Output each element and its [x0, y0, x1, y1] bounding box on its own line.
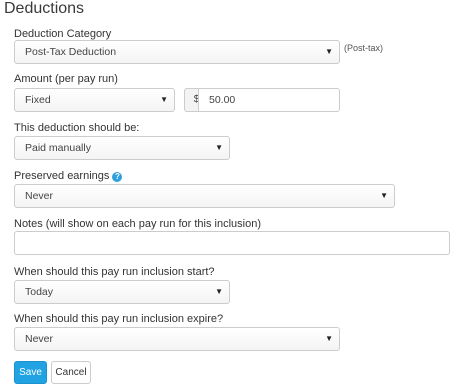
preserved-earnings-value: Never — [25, 190, 54, 202]
chevron-down-icon: ▼ — [215, 143, 223, 152]
deduction-category-hint: (Post-tax) — [344, 43, 384, 53]
start-select[interactable]: Today ▼ — [14, 280, 230, 304]
amount-type-value: Fixed — [25, 94, 51, 106]
help-icon[interactable]: ? — [112, 172, 123, 182]
preserved-earnings-label-row: Preserved earnings? — [14, 170, 123, 182]
chevron-down-icon: ▼ — [380, 191, 388, 200]
deduction-category-select[interactable]: Post-Tax Deduction ▼ — [14, 40, 340, 64]
section-title: Deductions — [4, 0, 85, 17]
chevron-down-icon: ▼ — [160, 95, 168, 104]
paid-method-label: This deduction should be: — [14, 122, 140, 134]
amount-input[interactable]: 50.00 — [198, 88, 340, 112]
expire-select[interactable]: Never ▼ — [14, 327, 340, 351]
start-value: Today — [25, 286, 54, 298]
amount-label: Amount (per pay run) — [14, 73, 118, 85]
chevron-down-icon: ▼ — [215, 287, 223, 296]
deduction-category-label: Deduction Category — [14, 28, 112, 40]
deduction-category-value: Post-Tax Deduction — [25, 46, 117, 58]
save-button[interactable]: Save — [14, 361, 47, 384]
expire-value: Never — [25, 333, 54, 345]
expire-label: When should this pay run inclusion expir… — [14, 313, 224, 325]
start-label: When should this pay run inclusion start… — [14, 266, 215, 278]
preserved-earnings-select[interactable]: Never ▼ — [14, 184, 395, 208]
paid-method-select[interactable]: Paid manually ▼ — [14, 136, 230, 160]
chevron-down-icon: ▼ — [325, 334, 333, 343]
cancel-button[interactable]: Cancel — [51, 361, 91, 384]
preserved-earnings-label: Preserved earnings — [14, 170, 110, 182]
notes-input[interactable] — [14, 231, 450, 255]
notes-label: Notes (will show on each pay run for thi… — [14, 218, 262, 230]
amount-type-select[interactable]: Fixed ▼ — [14, 88, 175, 112]
chevron-down-icon: ▼ — [325, 47, 333, 56]
paid-method-value: Paid manually — [25, 142, 91, 154]
